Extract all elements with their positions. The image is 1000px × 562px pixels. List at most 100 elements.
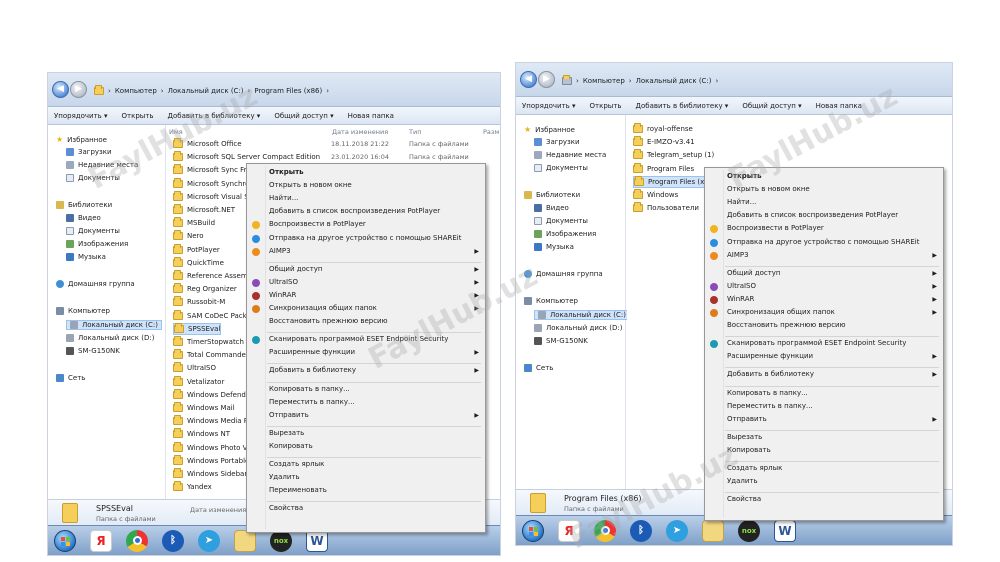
menu-item[interactable]: Копировать xyxy=(727,446,771,454)
menu-item[interactable]: Отправить xyxy=(269,411,309,419)
menu-item[interactable]: Создать ярлык xyxy=(727,464,782,472)
crumb-computer[interactable]: Компьютер xyxy=(115,87,157,95)
menu-item[interactable]: Добавить в библиотеку xyxy=(727,370,814,378)
menu-item[interactable]: Общий доступ xyxy=(727,269,781,277)
list-item[interactable]: Windows Portable D xyxy=(173,454,257,467)
list-item[interactable]: Yandex xyxy=(173,481,212,493)
list-item[interactable]: Windows Photo Vie xyxy=(173,441,254,454)
menu-item[interactable]: Восстановить прежнюю версию xyxy=(727,321,846,329)
menu-item[interactable]: Синхронизация общих папок xyxy=(727,308,835,316)
nav-libraries[interactable]: Библиотеки xyxy=(56,201,112,209)
list-item[interactable]: Vetalizator xyxy=(173,375,224,388)
menu-item[interactable]: UltraISO xyxy=(269,278,298,286)
list-item[interactable]: Microsoft Synchron xyxy=(173,177,254,190)
list-item[interactable]: QuickTime xyxy=(173,256,224,269)
add-to-library-button[interactable]: Добавить в библиотеку ▾ xyxy=(168,112,261,120)
list-item[interactable]: E-IMZO-v3.41 xyxy=(633,136,695,148)
menu-item[interactable]: Восстановить прежнюю версию xyxy=(269,317,388,325)
menu-item[interactable]: Отправка на другое устройство с помощью … xyxy=(727,238,919,246)
list-item[interactable]: Windows Sidebar xyxy=(173,468,247,480)
list-item[interactable]: SPSSEval xyxy=(173,322,222,335)
nav-documents-fav[interactable]: Документы xyxy=(534,164,588,172)
nav-docs[interactable]: Документы xyxy=(534,217,588,225)
nav-disk-d[interactable]: Локальный диск (D:) xyxy=(66,334,154,342)
nav-favorites[interactable]: ★ Избранное xyxy=(56,135,107,144)
bluetooth-icon[interactable]: ᛒ xyxy=(162,529,184,552)
column-date[interactable]: Дата изменения xyxy=(332,128,388,136)
chrome-icon[interactable] xyxy=(126,529,148,552)
list-item[interactable]: Reference Assembli xyxy=(173,270,256,282)
menu-item[interactable]: Копировать в папку... xyxy=(269,385,350,393)
crumb-computer[interactable]: Компьютер xyxy=(583,77,625,85)
open-button[interactable]: Открыть xyxy=(590,102,622,110)
nav-docs[interactable]: Документы xyxy=(66,227,120,235)
list-item[interactable]: Microsoft Visual Stu xyxy=(173,190,256,203)
list-item[interactable]: Total Commander xyxy=(173,349,249,361)
list-item[interactable]: Program Files xyxy=(633,162,694,175)
nav-documents-fav[interactable]: Документы xyxy=(66,174,120,182)
share-button[interactable]: Общий доступ ▾ xyxy=(274,112,333,120)
menu-item[interactable]: Воспроизвести в PotPlayer xyxy=(727,224,824,232)
nav-homegroup[interactable]: Домашняя группа xyxy=(524,270,603,278)
start-icon[interactable] xyxy=(54,529,76,552)
open-button[interactable]: Открыть xyxy=(122,112,154,120)
new-folder-button[interactable]: Новая папка xyxy=(348,112,394,120)
list-item[interactable]: UltraISO xyxy=(173,362,216,374)
menu-item[interactable]: Переместить в папку... xyxy=(727,402,813,410)
column-name[interactable]: Имя xyxy=(169,128,183,136)
share-button[interactable]: Общий доступ ▾ xyxy=(742,102,801,110)
menu-item[interactable]: Сканировать программой ESET Endpoint Sec… xyxy=(269,335,448,343)
nav-images[interactable]: Изображения xyxy=(66,240,128,248)
menu-item[interactable]: Воспроизвести в PotPlayer xyxy=(269,220,366,228)
back-icon[interactable]: ◀ xyxy=(520,71,537,88)
breadcrumb[interactable]: › Компьютер › Локальный диск (C:) › xyxy=(562,74,718,88)
menu-item[interactable]: AIMP3 xyxy=(727,251,749,259)
list-item[interactable]: Microsoft Office xyxy=(173,138,242,150)
nav-video[interactable]: Видео xyxy=(534,204,569,212)
nav-phone[interactable]: SM-G150NK xyxy=(66,347,120,355)
menu-item[interactable]: Отправка на другое устройство с помощью … xyxy=(269,234,461,242)
nav-network[interactable]: Сеть xyxy=(524,364,553,372)
list-item[interactable]: MSBuild xyxy=(173,217,215,229)
yandex-icon[interactable]: Я xyxy=(90,529,112,552)
nav-recent[interactable]: Недавние места xyxy=(534,151,606,159)
menu-item[interactable]: WinRAR xyxy=(269,291,296,299)
menu-item[interactable]: Открыть xyxy=(727,172,762,180)
list-item[interactable]: royal-offense xyxy=(633,123,693,135)
menu-item[interactable]: Отправить xyxy=(727,415,767,423)
nav-computer[interactable]: Компьютер xyxy=(524,297,578,305)
nav-libraries[interactable]: Библиотеки xyxy=(524,191,580,199)
nox-icon[interactable]: nox xyxy=(738,519,760,542)
menu-item[interactable]: Свойства xyxy=(269,504,303,512)
nav-recent[interactable]: Недавние места xyxy=(66,161,138,169)
list-item[interactable]: Nero xyxy=(173,230,204,242)
list-item[interactable]: Windows Mail xyxy=(173,402,235,414)
forward-icon[interactable]: ▶ xyxy=(70,81,87,98)
menu-item[interactable]: Удалить xyxy=(269,473,300,481)
nav-phone[interactable]: SM-G150NK xyxy=(534,337,588,345)
column-size[interactable]: Разм xyxy=(483,128,499,136)
list-item[interactable]: Telegram_setup (1) xyxy=(633,149,714,161)
telegram-icon[interactable]: ➤ xyxy=(198,529,220,552)
nav-music[interactable]: Музыка xyxy=(534,243,574,251)
bluetooth-icon[interactable]: ᛒ xyxy=(630,519,652,542)
nav-downloads[interactable]: Загрузки xyxy=(534,138,580,146)
list-item[interactable]: Windows Media Pla xyxy=(173,415,254,427)
explorer-icon[interactable] xyxy=(702,519,724,542)
menu-item[interactable]: Синхронизация общих папок xyxy=(269,304,377,312)
menu-item[interactable]: Добавить в библиотеку xyxy=(269,366,356,374)
list-item[interactable]: PotPlayer xyxy=(173,243,220,256)
menu-item[interactable]: Открыть xyxy=(269,168,304,176)
start-icon[interactable] xyxy=(522,519,544,542)
chrome-icon[interactable] xyxy=(594,519,616,542)
nav-disk-c[interactable]: Локальный диск (C:) xyxy=(534,310,630,320)
yandex-icon[interactable]: Я xyxy=(558,519,580,542)
crumb-disk-c[interactable]: Локальный диск (C:) xyxy=(168,87,244,95)
nav-homegroup[interactable]: Домашняя группа xyxy=(56,280,135,288)
crumb-disk-c[interactable]: Локальный диск (C:) xyxy=(636,77,712,85)
list-item[interactable]: Пользователи xyxy=(633,202,699,214)
add-to-library-button[interactable]: Добавить в библиотеку ▾ xyxy=(636,102,729,110)
menu-item[interactable]: Свойства xyxy=(727,495,761,503)
breadcrumb[interactable]: › Компьютер › Локальный диск (C:) › Program… xyxy=(94,84,329,98)
nav-images[interactable]: Изображения xyxy=(534,230,596,238)
